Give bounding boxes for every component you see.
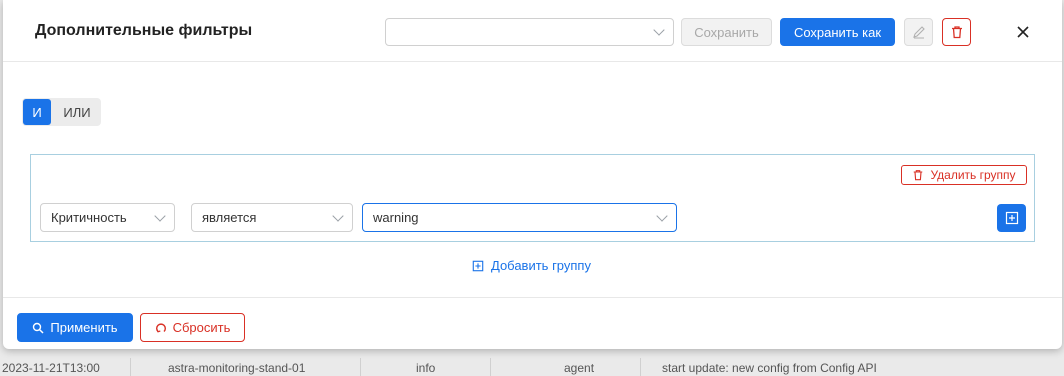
pencil-icon [912,25,926,39]
logic-operator-toggle: И ИЛИ [22,98,101,126]
bg-cell-level: info [416,361,436,375]
reset-button[interactable]: Сбросить [140,313,245,342]
background-table-row: 2023-11-21T13:00 astra-monitoring-stand-… [0,358,1064,376]
add-group-label: Добавить группу [491,258,591,273]
chevron-down-icon [656,210,668,222]
reset-icon [155,322,167,334]
add-group-link[interactable]: Добавить группу [472,258,591,273]
condition-operator-value: является [202,210,257,225]
delete-preset-button[interactable] [942,18,971,46]
chevron-down-icon [332,210,344,222]
modal-title: Дополнительные фильтры [35,22,253,39]
bg-cell-source: agent [564,361,595,375]
plus-square-icon [472,260,484,272]
close-icon[interactable] [1015,24,1031,40]
logic-and-option[interactable]: И [23,99,51,125]
condition-field-value: Критичность [51,210,127,225]
filter-group: Удалить группу Критичность является warn… [30,154,1035,242]
filter-preset-select[interactable] [385,18,674,46]
reset-label: Сбросить [172,320,231,335]
trash-icon [950,25,964,39]
condition-operator-select[interactable]: является [191,203,353,232]
save-button[interactable]: Сохранить [681,18,772,46]
edit-preset-button[interactable] [904,18,933,46]
apply-label: Применить [50,320,118,335]
bg-cell-time: 2023-11-21T13:00 [2,361,100,375]
trash-icon [912,169,924,181]
modal-header: Дополнительные фильтры Сохранить Сохрани… [3,0,1062,62]
condition-value-select[interactable]: warning [362,203,677,232]
delete-group-button[interactable]: Удалить группу [901,165,1027,185]
delete-group-label: Удалить группу [930,168,1016,182]
condition-field-select[interactable]: Критичность [40,203,175,232]
search-icon [32,322,44,334]
condition-value: warning [373,210,419,225]
chevron-down-icon [154,210,166,222]
apply-button[interactable]: Применить [17,313,133,342]
save-as-button[interactable]: Сохранить как [780,18,895,46]
bg-cell-host: astra-monitoring-stand-01 [168,361,306,375]
logic-or-option[interactable]: ИЛИ [58,99,96,125]
footer-divider [3,297,1062,298]
plus-square-icon [1005,211,1019,225]
chevron-down-icon [653,24,665,36]
bg-cell-message: start update: new config from Config API [662,361,877,375]
filters-modal: Дополнительные фильтры Сохранить Сохрани… [3,0,1062,349]
add-condition-button[interactable] [997,204,1026,232]
